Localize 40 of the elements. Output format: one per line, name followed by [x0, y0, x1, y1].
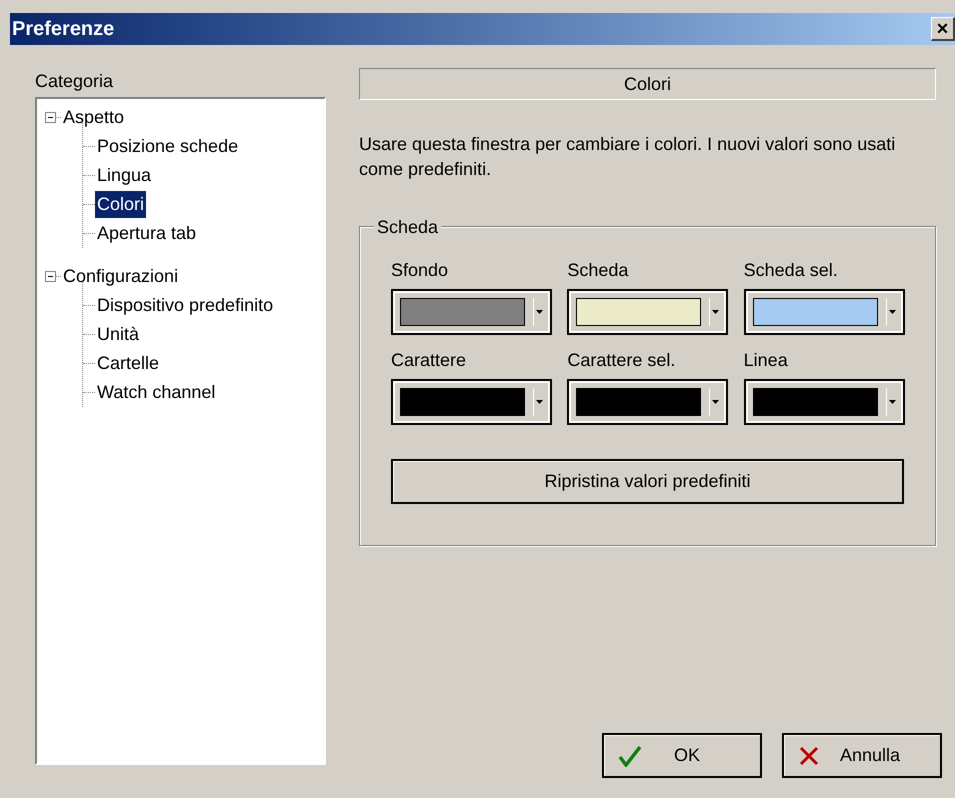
collapse-icon[interactable] [45, 112, 56, 123]
description-text: Usare questa finestra per cambiare i colori. I nuovi valori sono usati come predefiniti. [359, 133, 896, 181]
color-label: Carattere sel. [567, 349, 676, 371]
dropdown-arrow-icon [536, 310, 543, 314]
color-label: Sfondo [391, 259, 450, 281]
color-picker[interactable] [391, 379, 552, 425]
close-button[interactable]: × [931, 17, 955, 41]
color-picker[interactable] [567, 379, 728, 425]
tree-item[interactable]: Posizione schede [95, 133, 240, 160]
category-label: Categoria [35, 70, 114, 92]
dropdown-arrow-icon [888, 400, 896, 404]
reset-button[interactable]: Ripristina valori predefiniti [391, 459, 904, 504]
tree-item[interactable]: Unità [95, 321, 142, 348]
color-label: Scheda [567, 259, 630, 281]
color-picker[interactable] [391, 289, 552, 335]
dropdown-arrow-icon [888, 310, 896, 314]
tree-item[interactable]: Watch channel [95, 379, 218, 406]
color-label: Linea [744, 349, 789, 371]
checkmark-icon [618, 744, 642, 766]
cancel-button[interactable]: Annulla [782, 733, 942, 778]
ok-button[interactable]: OK [602, 733, 762, 778]
tree-item[interactable]: Aspetto [61, 104, 126, 131]
color-picker[interactable] [744, 379, 905, 425]
color-picker[interactable] [744, 289, 905, 335]
tree-item[interactable]: Apertura tab [95, 220, 198, 247]
tree-item[interactable]: Colori [95, 191, 146, 218]
tree-item[interactable]: Cartelle [95, 350, 162, 377]
color-picker[interactable] [567, 289, 728, 335]
tree-item[interactable]: Configurazioni [61, 263, 180, 290]
window-title: Preferenze [12, 17, 114, 42]
tree-item[interactable]: Dispositivo predefinito [95, 292, 276, 319]
collapse-icon[interactable] [45, 271, 56, 282]
panel-header: Colori [359, 68, 936, 100]
close-icon [798, 744, 820, 766]
tree-item[interactable]: Lingua [95, 162, 154, 189]
dropdown-arrow-icon [712, 310, 720, 314]
color-label: Carattere [391, 349, 468, 371]
dropdown-arrow-icon [536, 400, 543, 404]
color-label: Scheda sel. [744, 259, 839, 281]
dropdown-arrow-icon [712, 400, 720, 404]
